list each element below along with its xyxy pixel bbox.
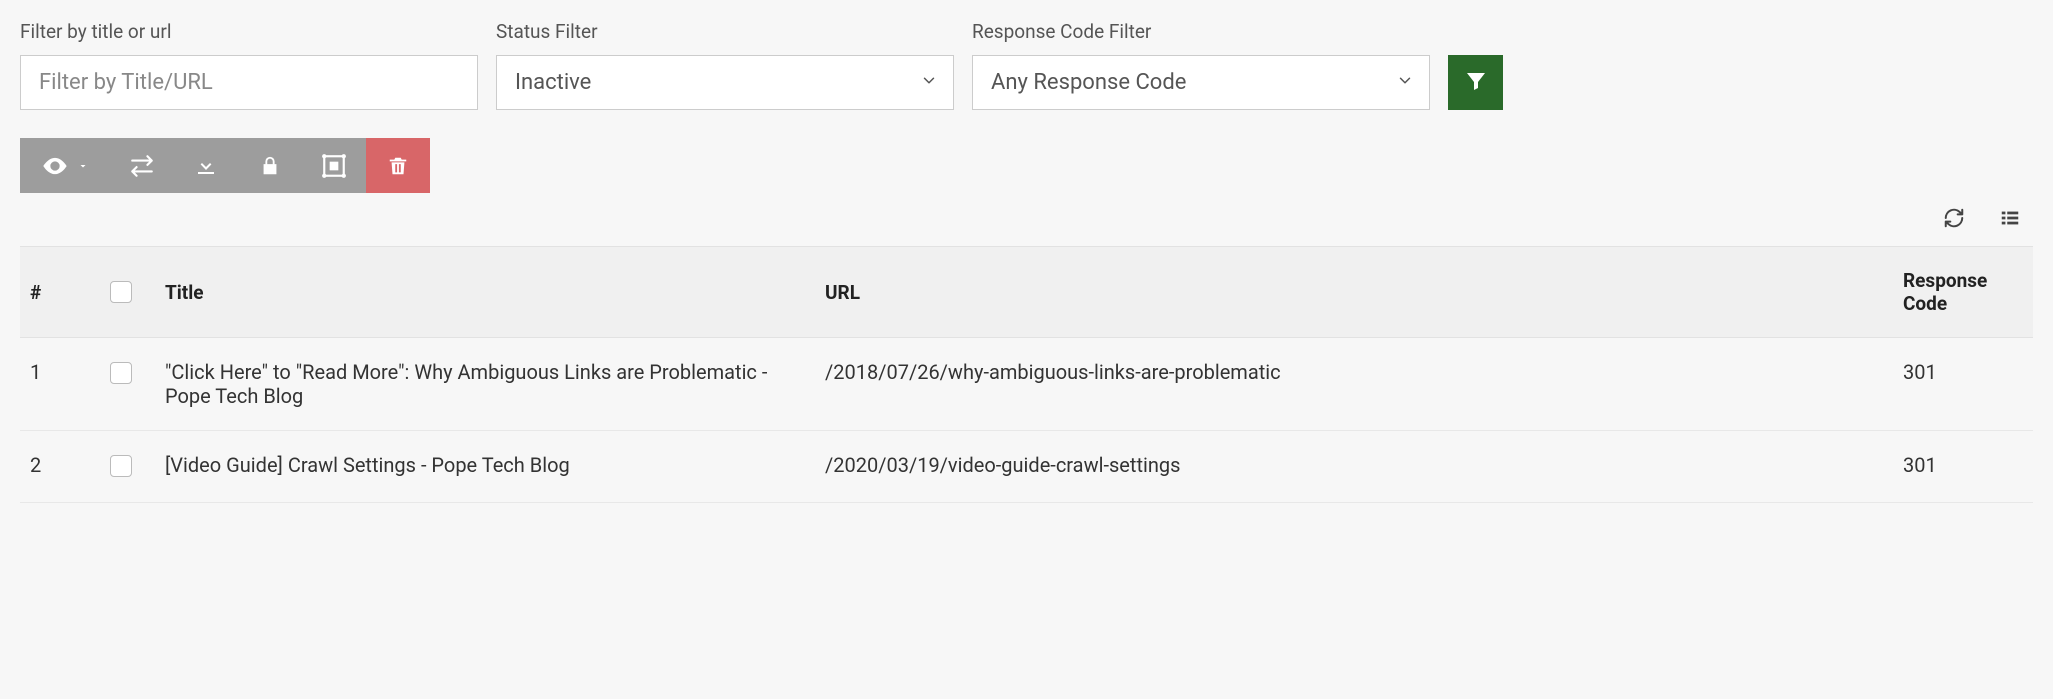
funnel-icon [1464,69,1488,96]
eye-icon [41,152,69,180]
row-response-code: 301 [1893,431,2033,503]
refresh-icon [1943,217,1965,232]
filter-title-url-label: Filter by title or url [20,20,478,43]
row-checkbox-cell [100,338,155,431]
filters-row: Filter by title or url Status Filter Ina… [20,20,2033,110]
bulk-action-toolbar [20,138,430,193]
row-response-code: 301 [1893,338,2033,431]
swap-button[interactable] [110,138,174,193]
row-checkbox[interactable] [110,362,132,384]
filter-status-label: Status Filter [496,20,954,43]
filter-response-code-group: Response Code Filter Any Response Code [972,20,1430,110]
lock-icon [259,155,281,177]
col-header-title[interactable]: Title [155,247,815,338]
results-table: # Title URL Response Code 1 "Click Here"… [20,246,2033,503]
filter-response-code-label: Response Code Filter [972,20,1430,43]
group-icon [321,153,347,179]
group-button[interactable] [302,138,366,193]
col-header-checkbox [100,247,155,338]
filter-status-select[interactable]: Inactive [496,55,954,110]
row-checkbox-cell [100,431,155,503]
filter-response-code-select[interactable]: Any Response Code [972,55,1430,110]
select-all-checkbox[interactable] [110,281,132,303]
row-checkbox[interactable] [110,455,132,477]
col-header-url[interactable]: URL [815,247,1893,338]
refresh-button[interactable] [1939,203,1969,236]
table-header-row: # Title URL Response Code [20,247,2033,338]
filter-title-url-input[interactable] [20,55,478,110]
lock-button[interactable] [238,138,302,193]
row-number: 2 [20,431,100,503]
row-title: [Video Guide] Crawl Settings - Pope Tech… [155,431,815,503]
trash-icon [387,155,409,177]
table-body: 1 "Click Here" to "Read More": Why Ambig… [20,338,2033,503]
columns-button[interactable] [1995,203,2025,236]
delete-button[interactable] [366,138,430,193]
row-url: /2020/03/19/video-guide-crawl-settings [815,431,1893,503]
col-header-num[interactable]: # [20,247,100,338]
col-header-response-code[interactable]: Response Code [1893,247,2033,338]
apply-filter-button[interactable] [1448,55,1503,110]
row-url: /2018/07/26/why-ambiguous-links-are-prob… [815,338,1893,431]
swap-icon [129,153,155,179]
table-row: 1 "Click Here" to "Read More": Why Ambig… [20,338,2033,431]
row-title: "Click Here" to "Read More": Why Ambiguo… [155,338,815,431]
visibility-dropdown-button[interactable] [20,138,110,193]
columns-icon [1999,217,2021,232]
filter-status-group: Status Filter Inactive [496,20,954,110]
download-icon [194,154,218,178]
download-button[interactable] [174,138,238,193]
table-row: 2 [Video Guide] Crawl Settings - Pope Te… [20,431,2033,503]
filter-title-url-group: Filter by title or url [20,20,478,110]
caret-down-icon [77,160,89,172]
row-number: 1 [20,338,100,431]
table-actions [20,193,2033,236]
